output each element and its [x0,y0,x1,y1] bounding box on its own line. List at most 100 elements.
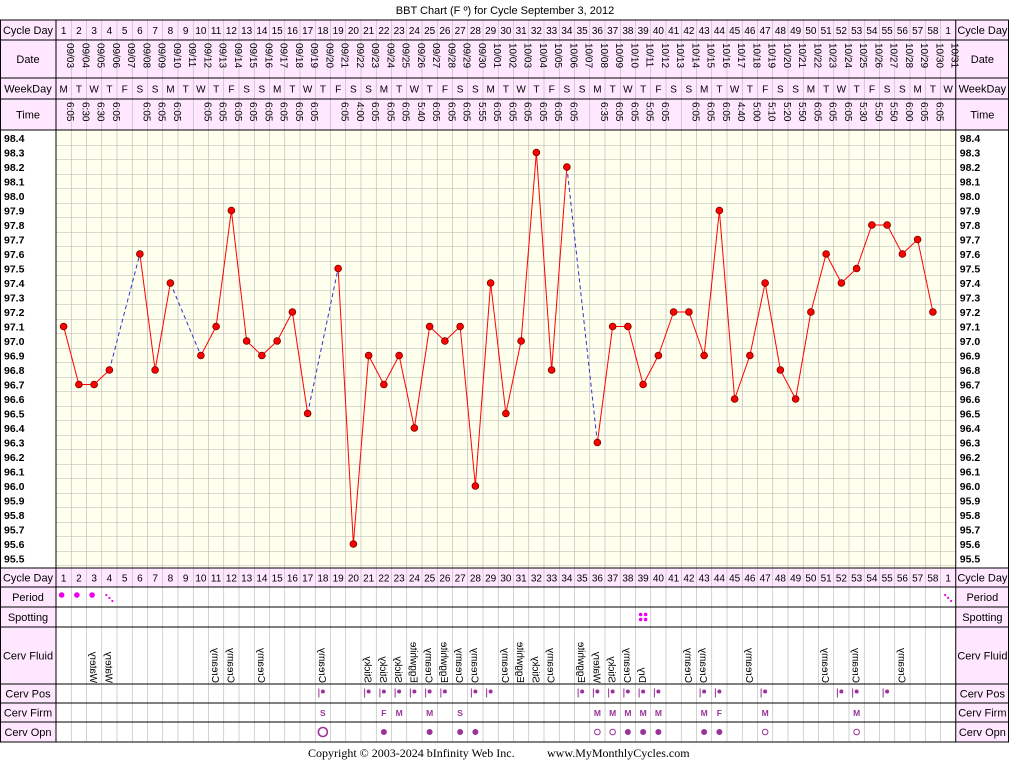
row-label-spotting-right: Spotting [962,612,1002,624]
time-label: 6:05 [217,102,228,122]
cerv-firm-label: M [609,708,616,718]
weekday-label: T [716,85,722,96]
date-label: 09/27 [430,43,441,68]
weekday-label: S [564,85,571,96]
cycle-day-label: 15 [272,26,284,37]
cerv-pos-dot [412,689,417,694]
cerv-fluid-label: Creamy [545,648,556,683]
temp-point [913,235,922,244]
time-label: 6:05 [689,102,700,122]
date-label: 10/19 [766,43,777,68]
cerv-firm-label: F [381,708,386,718]
y-tick-label-right: 97.8 [960,220,981,232]
date-label: 10/16 [720,43,731,68]
cycle-day-label-bottom: 40 [653,574,665,585]
y-tick-label-left: 97.0 [4,336,25,348]
cycle-day-label-bottom: 2 [76,574,82,585]
cerv-fluid-label: Creamy [316,648,327,683]
cycle-day-label: 7 [152,26,158,37]
y-tick-label-right: 98.2 [960,162,981,174]
weekday-label: W [303,85,313,96]
cycle-day-label-bottom: 31 [516,574,528,585]
date-label: 10/17 [735,43,746,68]
cerv-opn-closed [655,729,662,735]
weekday-label: M [807,85,815,96]
date-label: 10/21 [796,43,807,68]
date-label: 09/20 [323,43,334,68]
period-light-dot [944,593,947,597]
cycle-day-label-bottom: 30 [500,574,512,585]
temp-point [517,337,525,345]
weekday-label: S [152,85,159,96]
date-label: 10/18 [750,43,761,68]
cycle-day-label-bottom: 18 [317,574,329,585]
cycle-day-label-bottom: 15 [272,574,284,585]
cerv-fluid-label: Eggwhite [514,641,525,683]
weekday-label: T [533,85,539,96]
cerv-opn-closed [701,729,708,735]
weekday-label: W [943,85,953,96]
time-label: 5:50 [888,102,899,122]
time-label: 6:05 [491,102,502,122]
date-label: 09/13 [217,43,228,68]
cycle-day-label-bottom: 25 [424,574,436,585]
y-tick-label-right: 98.3 [960,148,981,160]
temp-point [349,540,358,548]
cerv-firm-label: M [701,708,708,718]
cycle-day-label-bottom: 1 [61,574,67,585]
cycle-day-label-bottom: 48 [775,574,787,585]
row-label-cycle-day-right: Cycle Day [957,25,1008,37]
cycle-day-label-bottom: 13 [241,574,253,585]
cycle-day-label: 13 [241,26,253,37]
temp-point [502,409,510,418]
cycle-day-label-bottom: 24 [409,574,421,585]
cerv-pos-dot [885,689,890,694]
cycle-day-label-bottom: 19 [333,574,345,585]
temp-point [166,279,175,287]
weekday-label: M [486,85,494,96]
temp-point [273,337,281,345]
date-label: 10/01 [491,43,502,68]
weekday-label: T [854,85,860,96]
weekday-label: M [380,85,388,96]
cerv-firm-label: M [655,708,662,718]
cycle-day-label: 24 [409,26,421,37]
temp-point [639,380,647,389]
cycle-day-label-bottom: 33 [546,574,558,585]
cycle-day-label: 14 [256,26,268,37]
weekday-label: S [884,85,891,96]
y-tick-label-left: 97.4 [4,278,25,290]
cerv-pos-dot [580,689,585,694]
cerv-fluid-label: Creamy [743,648,754,683]
cycle-day-label-bottom: 51 [821,574,833,585]
row-label-date-right: Date [971,54,994,66]
weekday-label: T [640,85,646,96]
temp-point [456,322,464,331]
y-tick-label-left: 97.5 [4,264,25,276]
date-label: 10/29 [918,43,929,68]
cycle-day-label-bottom: 47 [760,574,772,585]
temp-point [822,250,830,258]
date-label: 09/24 [384,43,395,68]
cycle-day-label: 33 [546,26,558,37]
cerv-fluid-label: Creamy [819,648,830,683]
y-tick-label-left: 95.8 [4,510,25,522]
period-dot [58,592,65,598]
cerv-pos-dot [702,689,707,694]
date-label: 09/04 [79,43,90,68]
time-label: 6:00 [903,102,914,122]
y-tick-label-right: 95.5 [960,554,981,566]
time-label: 6:05 [369,102,380,122]
time-label: 6:05 [933,102,944,122]
weekday-label: M [166,85,174,96]
weekday-label: T [289,85,295,96]
date-label: 10/25 [857,43,868,68]
cycle-day-label: 58 [927,26,939,37]
temp-point [227,206,236,215]
cerv-fluid-label: Creamy [499,648,510,683]
cycle-day-label: 53 [851,26,863,37]
cerv-firm-label: M [762,708,769,718]
cerv-pos-dot [854,689,859,694]
y-tick-label-left: 96.4 [4,423,25,435]
time-label: 6:05 [720,102,731,122]
